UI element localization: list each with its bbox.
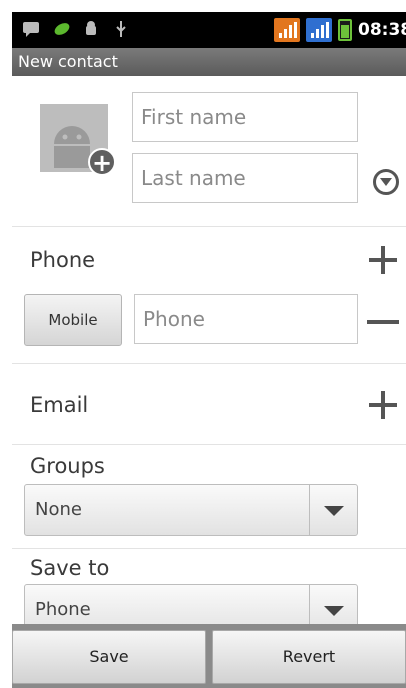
signal-icon	[274, 18, 300, 42]
save-to-selected-value: Phone	[35, 599, 91, 620]
divider	[12, 548, 406, 549]
expand-name-icon[interactable]	[373, 169, 399, 195]
leaf-icon	[54, 23, 70, 35]
email-section-label: Email	[30, 393, 89, 417]
phone-field[interactable]: Phone	[134, 294, 358, 344]
contact-photo-button[interactable]: +	[40, 104, 116, 176]
divider	[12, 363, 406, 364]
first-name-field[interactable]: First name	[132, 92, 358, 142]
dropdown-arrow-icon	[309, 485, 357, 535]
battery-charging-icon	[338, 19, 352, 41]
last-name-field[interactable]: Last name	[132, 153, 358, 203]
add-phone-icon[interactable]	[367, 244, 399, 276]
usb-icon	[116, 21, 126, 37]
groups-dropdown[interactable]: None	[24, 484, 358, 536]
save-to-dropdown[interactable]: Phone	[24, 584, 358, 624]
page-title: New contact	[12, 48, 406, 76]
save-to-section-label: Save to	[30, 556, 110, 580]
message-icon	[23, 22, 39, 37]
groups-section-label: Groups	[30, 454, 105, 478]
phone-section-label: Phone	[30, 248, 96, 272]
revert-button[interactable]: Revert	[212, 630, 406, 684]
bottom-action-bar: Save Revert	[12, 624, 406, 688]
remove-phone-icon[interactable]	[367, 320, 399, 324]
add-photo-icon: +	[88, 148, 116, 176]
dropdown-arrow-icon	[309, 585, 357, 624]
android-debug-icon	[86, 21, 96, 35]
signal-icon	[306, 18, 332, 42]
status-time: 08:38	[358, 20, 406, 40]
divider	[12, 226, 406, 227]
groups-selected-value: None	[35, 499, 82, 520]
phone-type-button[interactable]: Mobile	[24, 294, 122, 346]
contact-form: + First name Last name Phone Mobile Phon…	[12, 76, 406, 624]
status-bar: 08:38	[12, 12, 406, 48]
divider	[12, 444, 406, 445]
add-email-icon[interactable]	[367, 389, 399, 421]
save-button[interactable]: Save	[12, 630, 206, 684]
